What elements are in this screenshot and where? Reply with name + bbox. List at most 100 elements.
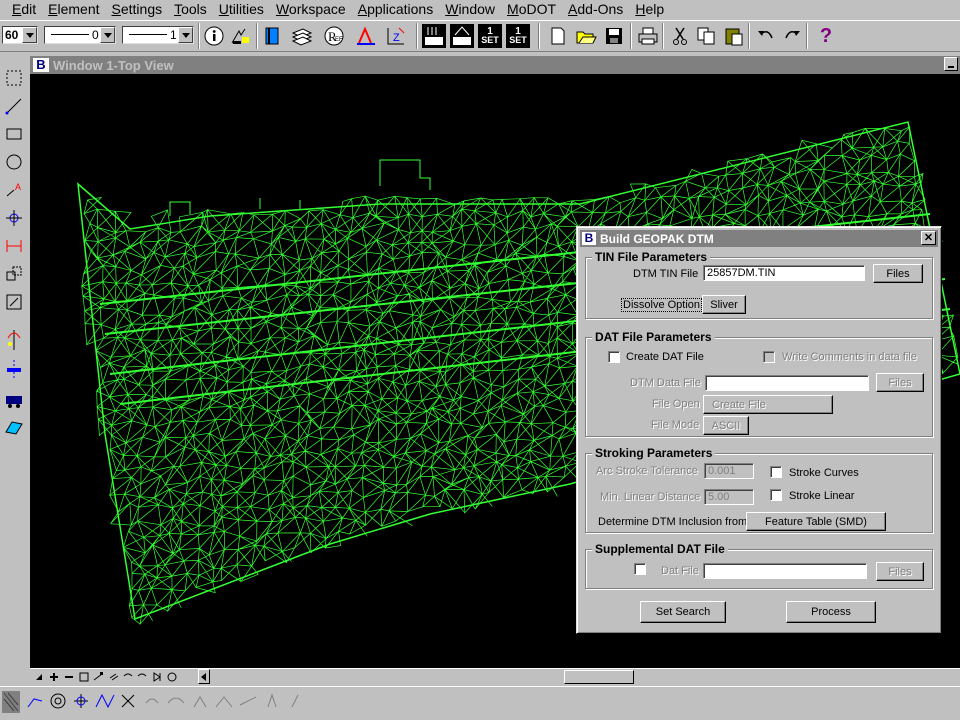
file-open-label: File Open <box>652 398 700 410</box>
help-icon[interactable]: ? <box>814 24 838 48</box>
stroking-group-label: Stroking Parameters <box>592 446 716 460</box>
geopak-profile-icon[interactable] <box>2 358 26 382</box>
create-dat-file-checkbox[interactable] <box>608 351 620 363</box>
menu-edit[interactable]: Edit <box>6 0 42 18</box>
geopak-tool-icons[interactable] <box>0 689 320 719</box>
arc-stroke-tolerance-field[interactable]: 0.001 <box>704 463 754 479</box>
menu-help[interactable]: Help <box>629 0 670 18</box>
microstation-logo-icon: B <box>582 232 596 245</box>
dat-files-button[interactable]: Files <box>876 373 924 392</box>
set-search-button[interactable]: Set Search <box>640 601 726 623</box>
write-comments-label: Write Comments in data file <box>782 351 917 363</box>
tin-file-group: TIN File Parameters DTM TIN File 25857DM… <box>585 250 933 319</box>
dat-group-label: DAT File Parameters <box>592 330 715 344</box>
menu-window[interactable]: Window <box>439 0 501 18</box>
minimize-icon[interactable] <box>944 57 958 71</box>
dimension-icon[interactable] <box>2 234 26 258</box>
horizontal-scroll-thumb[interactable] <box>564 670 634 684</box>
new-file-icon[interactable] <box>546 24 570 48</box>
write-comments-checkbox[interactable] <box>763 351 775 363</box>
cut-icon[interactable] <box>668 24 692 48</box>
print-icon[interactable] <box>636 24 660 48</box>
view-control-icons[interactable] <box>32 670 212 684</box>
settings-icon[interactable]: 1 SET <box>478 24 502 48</box>
min-linear-distance-field[interactable]: 5.00 <box>704 489 754 505</box>
tool-palette: A <box>0 58 28 668</box>
dtm-inclusion-label: Determine DTM Inclusion from <box>598 516 748 528</box>
chevron-down-icon[interactable] <box>178 27 193 43</box>
view-title: Window 1-Top View <box>53 57 174 73</box>
ref-files-icon[interactable]: R EF <box>322 24 346 48</box>
menu-utilities[interactable]: Utilities <box>213 0 270 18</box>
place-line-icon[interactable] <box>2 94 26 118</box>
level-icon[interactable] <box>354 24 378 48</box>
stroking-parameters-group: Stroking Parameters Arc Stroke Tolerance… <box>585 446 933 533</box>
file-open-menu[interactable]: Create File <box>703 395 833 414</box>
undo-icon[interactable] <box>754 24 778 48</box>
svg-text:A: A <box>15 182 21 192</box>
geopak-dtm-icon[interactable] <box>2 416 26 440</box>
supplemental-files-button[interactable]: Files <box>876 562 924 581</box>
menu-applications[interactable]: Applications <box>352 0 440 18</box>
settings-icon[interactable] <box>450 24 474 48</box>
menu-workspace[interactable]: Workspace <box>270 0 352 18</box>
view-title-bar: B Window 1-Top View <box>30 56 960 74</box>
layers-icon[interactable] <box>290 24 314 48</box>
dtm-data-file-label: DTM Data File <box>630 377 701 389</box>
color-combo[interactable]: 60 <box>2 26 38 44</box>
move-icon[interactable] <box>2 262 26 286</box>
toolbar-separator <box>806 23 808 49</box>
place-circle-icon[interactable] <box>2 150 26 174</box>
settings-icon[interactable] <box>422 24 446 48</box>
bottom-toolbar <box>0 686 960 720</box>
help-glyph: ? <box>819 24 833 47</box>
line-style-combo[interactable]: 0 <box>44 26 116 44</box>
chevron-down-icon[interactable] <box>22 27 37 43</box>
stroke-linear-checkbox[interactable] <box>770 489 782 501</box>
place-block-icon[interactable] <box>2 122 26 146</box>
place-cell-icon[interactable] <box>2 206 26 230</box>
dissolve-option-menu[interactable]: Sliver <box>702 295 746 314</box>
dat-file-field[interactable] <box>703 563 867 579</box>
file-mode-label: File Mode <box>651 419 700 431</box>
menu-addons[interactable]: Add-Ons <box>562 0 629 18</box>
dialog-title-bar: B Build GEOPAK DTM ✕ <box>580 230 938 247</box>
menu-element[interactable]: Element <box>42 0 105 18</box>
color-value: 60 <box>5 28 19 42</box>
open-file-icon[interactable] <box>574 24 598 48</box>
tin-files-button[interactable]: Files <box>873 264 923 283</box>
text-z-icon[interactable]: Z <box>384 24 408 48</box>
menu-modot[interactable]: MoDOT <box>501 0 562 18</box>
redo-icon[interactable] <box>780 24 804 48</box>
dtm-tin-file-field[interactable]: 25857DM.TIN <box>703 265 865 281</box>
book-icon[interactable] <box>260 24 284 48</box>
stroke-curves-checkbox[interactable] <box>770 466 782 478</box>
line-weight-combo[interactable]: 1 <box>122 26 194 44</box>
dissolve-option-label: Dissolve Option <box>621 298 703 312</box>
place-text-icon[interactable]: A <box>2 178 26 202</box>
menu-tools[interactable]: Tools <box>168 0 213 18</box>
dtm-inclusion-menu[interactable]: Feature Table (SMD) <box>746 512 886 531</box>
file-mode-menu[interactable]: ASCII <box>703 416 749 435</box>
geopak-vehicle-icon[interactable] <box>2 388 26 412</box>
paste-icon[interactable] <box>722 24 746 48</box>
geopak-road-icon[interactable] <box>2 328 26 352</box>
select-element-icon[interactable] <box>2 66 26 90</box>
dtm-tin-file-label: DTM TIN File <box>633 268 699 280</box>
process-button[interactable]: Process <box>786 601 876 623</box>
dtm-data-file-field[interactable] <box>705 375 869 391</box>
save-icon[interactable] <box>602 24 626 48</box>
element-select-icon[interactable] <box>228 24 252 48</box>
toolbar-separator <box>198 23 200 49</box>
menu-settings[interactable]: Settings <box>106 0 169 18</box>
supplemental-dat-checkbox[interactable] <box>634 563 646 575</box>
copy-icon[interactable] <box>694 24 718 48</box>
dat-file-group: DAT File Parameters Create DAT File Writ… <box>585 330 933 437</box>
scale-icon[interactable] <box>2 290 26 314</box>
chevron-down-icon[interactable] <box>100 27 115 43</box>
line-style-value: 0 <box>92 28 99 42</box>
close-icon[interactable]: ✕ <box>921 231 936 245</box>
scroll-left-icon[interactable] <box>198 669 210 684</box>
info-icon[interactable] <box>202 24 226 48</box>
settings-icon[interactable]: 1 SET <box>506 24 530 48</box>
